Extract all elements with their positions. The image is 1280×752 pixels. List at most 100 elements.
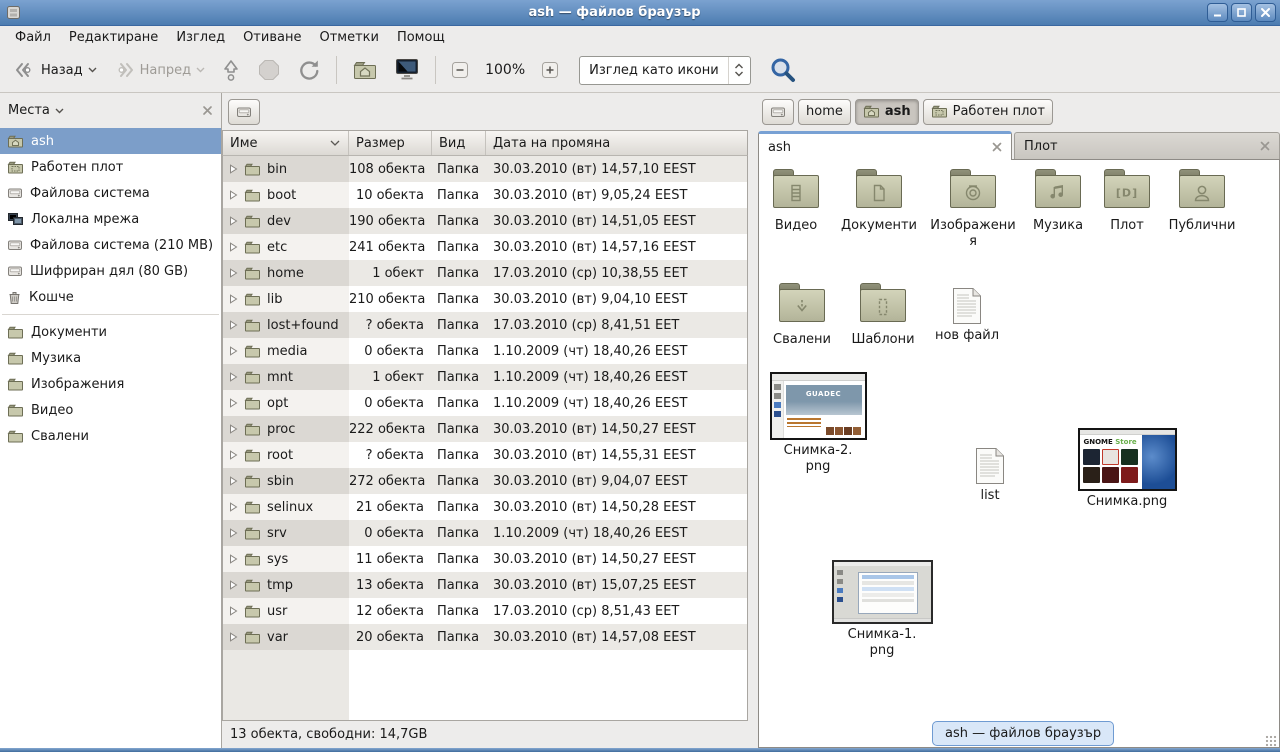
table-row[interactable]: sys11 обектаПапка30.03.2010 (вт) 14,50,2… — [223, 546, 747, 572]
table-row[interactable]: media0 обектаПапка1.10.2009 (чт) 18,40,2… — [223, 338, 747, 364]
forward-button[interactable]: Напред — [107, 58, 211, 82]
table-row[interactable]: opt0 обектаПапка1.10.2009 (чт) 18,40,26 … — [223, 390, 747, 416]
sidebar-item-home[interactable]: ash — [0, 128, 221, 154]
table-row[interactable]: selinux21 обектаПапка30.03.2010 (вт) 14,… — [223, 494, 747, 520]
breadcrumb-root-button[interactable] — [762, 99, 794, 125]
tab-plot[interactable]: Плот — [1014, 132, 1280, 159]
table-row[interactable]: lib210 обектаПапка30.03.2010 (вт) 9,04,1… — [223, 286, 747, 312]
zoom-in-button[interactable] — [535, 57, 565, 83]
menu-item-go[interactable]: Отиване — [234, 28, 310, 47]
maximize-button[interactable] — [1231, 3, 1252, 22]
expander-icon[interactable] — [229, 242, 238, 252]
sidebar-item-music[interactable]: Музика — [0, 345, 221, 371]
sidebar-item-videos[interactable]: Видео — [0, 397, 221, 423]
table-row[interactable]: boot10 обектаПапка30.03.2010 (вт) 9,05,2… — [223, 182, 747, 208]
root-breadcrumb-button[interactable] — [228, 99, 260, 125]
up-button[interactable] — [215, 54, 247, 86]
expander-icon[interactable] — [229, 398, 238, 408]
icon-view[interactable]: ВидеоДокументиИзображенияМузика[D]ПлотПу… — [758, 160, 1280, 748]
sidebar-close-button[interactable] — [202, 105, 213, 116]
column-header-3[interactable]: Вид — [432, 131, 486, 155]
breadcrumb-home-button[interactable]: home — [798, 99, 851, 125]
icon-item-new-file[interactable]: нов файл — [929, 282, 1005, 344]
expander-icon[interactable] — [229, 528, 238, 538]
icon-item-documents[interactable]: Документи — [835, 168, 923, 234]
table-row[interactable]: lost+found? обектаПапка17.03.2010 (ср) 8… — [223, 312, 747, 338]
column-header-4[interactable]: Дата на промяна — [486, 131, 747, 155]
table-row[interactable]: sbin272 обектаПапка30.03.2010 (вт) 9,04,… — [223, 468, 747, 494]
minimize-button[interactable] — [1207, 3, 1228, 22]
menu-item-file[interactable]: Файл — [6, 28, 60, 47]
expander-icon[interactable] — [229, 190, 238, 200]
zoom-out-button[interactable] — [445, 57, 475, 83]
table-row[interactable]: tmp13 обектаПапка30.03.2010 (вт) 15,07,2… — [223, 572, 747, 598]
home-button[interactable] — [346, 55, 384, 85]
icon-item-pictures[interactable]: Изображения — [929, 168, 1017, 250]
expander-icon[interactable] — [229, 554, 238, 564]
breadcrumb-desktop-button[interactable]: Работен плот — [923, 99, 1053, 125]
view-mode-select[interactable]: Изглед като икони — [579, 56, 751, 85]
icon-item-snimka-1[interactable]: Снимка-1.png — [829, 560, 935, 659]
icon-item-snimka-2[interactable]: GUADECСнимка-2.png — [767, 372, 869, 475]
table-row[interactable]: dev190 обектаПапка30.03.2010 (вт) 14,51,… — [223, 208, 747, 234]
computer-button[interactable] — [388, 54, 426, 86]
icon-item-videos[interactable]: Видео — [765, 168, 827, 234]
column-header-1[interactable]: Име — [223, 131, 349, 155]
menu-item-edit[interactable]: Редактиране — [60, 28, 167, 47]
icon-item-templates[interactable]: Шаблони — [845, 282, 921, 348]
table-row[interactable]: bin108 обектаПапка30.03.2010 (вт) 14,57,… — [223, 156, 747, 182]
expander-icon[interactable] — [229, 294, 238, 304]
back-history-arrow-icon[interactable] — [88, 67, 97, 73]
icon-item-public[interactable]: Публични — [1161, 168, 1243, 234]
expander-icon[interactable] — [229, 424, 238, 434]
search-button[interactable] — [763, 52, 803, 88]
table-row[interactable]: root? обектаПапка30.03.2010 (вт) 14,55,3… — [223, 442, 747, 468]
back-button[interactable]: Назад — [8, 58, 103, 82]
table-row[interactable]: home1 обектПапка17.03.2010 (ср) 10,38,55… — [223, 260, 747, 286]
sidebar-item-downloads[interactable]: Свалени — [0, 423, 221, 449]
sidebar-item-pictures[interactable]: Изображения — [0, 371, 221, 397]
sidebar-item-desktop[interactable]: Работен плот — [0, 154, 221, 180]
expander-icon[interactable] — [229, 502, 238, 512]
sidebar-item-encrypted-80gb[interactable]: Шифриран дял (80 GB) — [0, 258, 221, 284]
sidebar-item-documents[interactable]: Документи — [0, 319, 221, 345]
expander-icon[interactable] — [229, 216, 238, 226]
expander-icon[interactable] — [229, 268, 238, 278]
breadcrumb-ash-button[interactable]: ash — [855, 99, 919, 125]
expander-icon[interactable] — [229, 320, 238, 330]
column-header-2[interactable]: Размер — [349, 131, 432, 155]
menu-item-help[interactable]: Помощ — [388, 28, 454, 47]
icon-item-list[interactable]: list — [963, 442, 1017, 504]
tab-close-icon[interactable] — [992, 142, 1002, 152]
expander-icon[interactable] — [229, 450, 238, 460]
sidebar-item-filesystem-210mb[interactable]: Файлова система (210 MB) — [0, 232, 221, 258]
tab-close-icon[interactable] — [1260, 141, 1270, 151]
expander-icon[interactable] — [229, 372, 238, 382]
sidebar-item-network[interactable]: Локална мрежа — [0, 206, 221, 232]
places-selector[interactable]: Места — [8, 103, 202, 118]
expander-icon[interactable] — [229, 476, 238, 486]
close-button[interactable] — [1255, 3, 1276, 22]
menu-item-bookmarks[interactable]: Отметки — [310, 28, 387, 47]
table-row[interactable]: usr12 обектаПапка17.03.2010 (ср) 8,51,43… — [223, 598, 747, 624]
table-row[interactable]: mnt1 обектПапка1.10.2009 (чт) 18,40,26 E… — [223, 364, 747, 390]
table-row[interactable]: etc241 обектаПапка30.03.2010 (вт) 14,57,… — [223, 234, 747, 260]
expander-icon[interactable] — [229, 580, 238, 590]
resize-grip[interactable] — [1265, 735, 1277, 747]
expander-icon[interactable] — [229, 164, 238, 174]
table-row[interactable]: proc222 обектаПапка30.03.2010 (вт) 14,50… — [223, 416, 747, 442]
sidebar-item-filesystem[interactable]: Файлова система — [0, 180, 221, 206]
icon-item-snimka[interactable]: GNOME StoreСнимка.png — [1075, 428, 1179, 510]
sidebar-item-trash[interactable]: Кошче — [0, 284, 221, 310]
pane-divider[interactable] — [748, 93, 758, 748]
expander-icon[interactable] — [229, 346, 238, 356]
icon-item-desktop[interactable]: [D]Плот — [1097, 168, 1157, 234]
menu-item-view[interactable]: Изглед — [167, 28, 234, 47]
tab-ash[interactable]: ash — [758, 131, 1012, 160]
icon-item-downloads[interactable]: Свалени — [769, 282, 835, 348]
icon-item-music[interactable]: Музика — [1023, 168, 1093, 234]
reload-button[interactable] — [291, 54, 327, 86]
window-titlebar[interactable]: ash — файлов браузър — [0, 0, 1280, 26]
table-row[interactable]: var20 обектаПапка30.03.2010 (вт) 14,57,0… — [223, 624, 747, 650]
table-row[interactable]: srv0 обектаПапка1.10.2009 (чт) 18,40,26 … — [223, 520, 747, 546]
